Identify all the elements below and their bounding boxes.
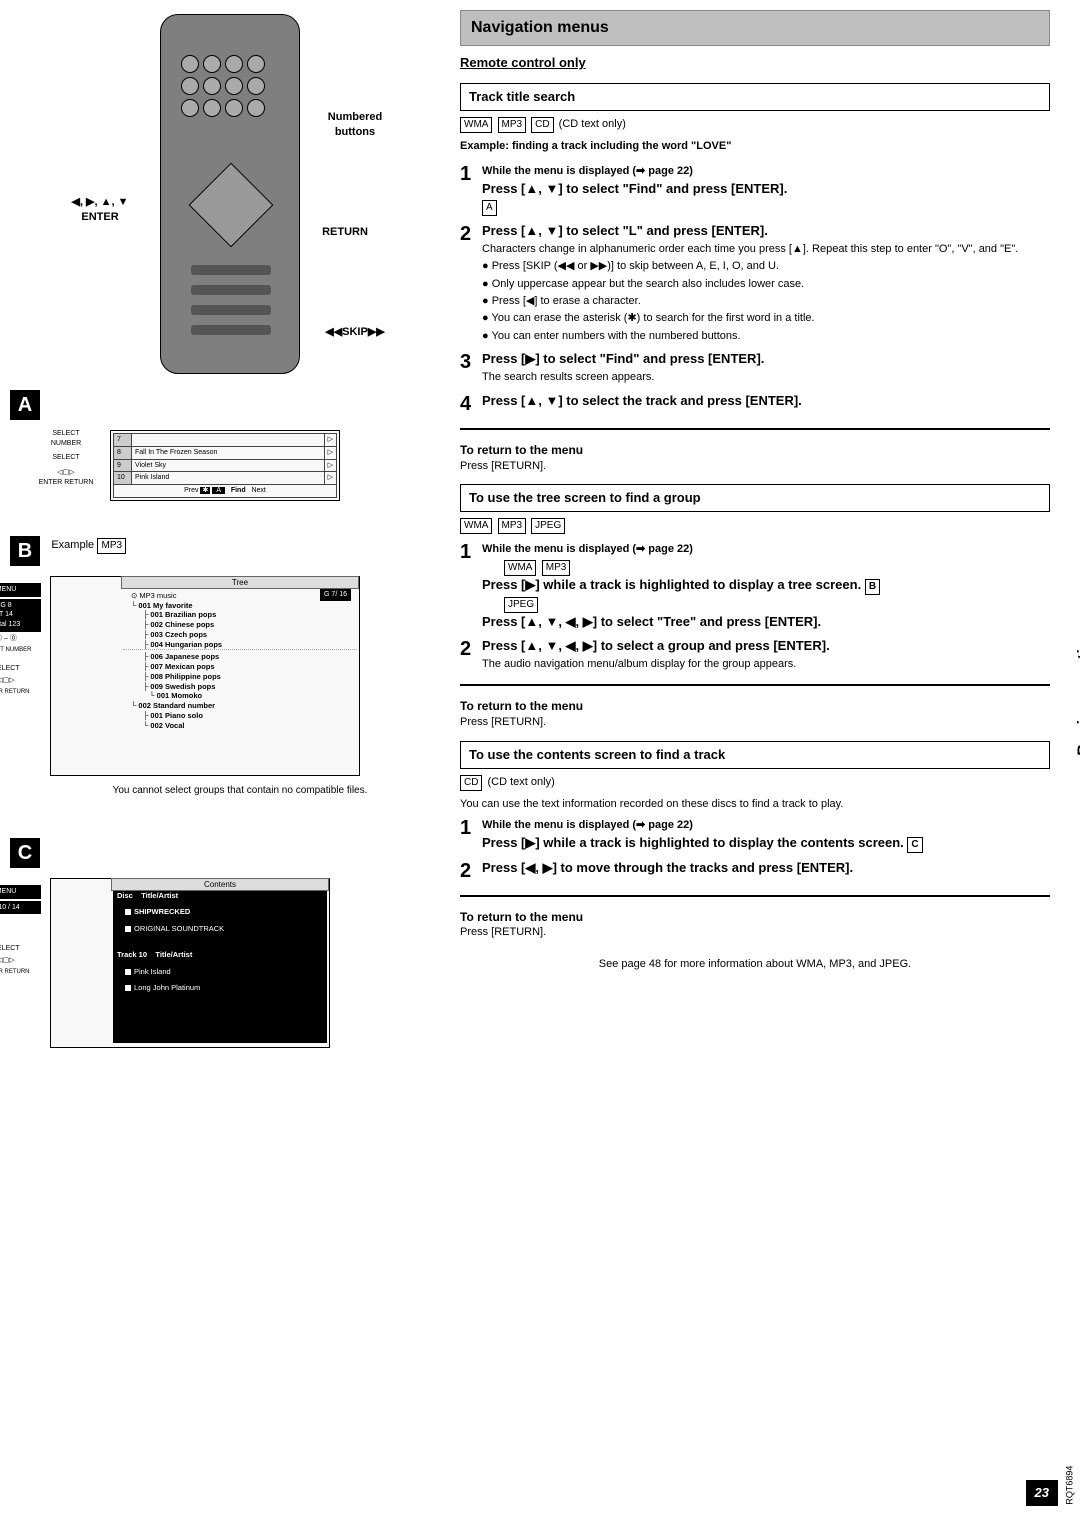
section-letter-c: C bbox=[10, 838, 40, 868]
doc-code: RQT6894 bbox=[1063, 1466, 1076, 1505]
s3-return-h: To return to the menu bbox=[460, 909, 1050, 926]
tree-screen-header: To use the tree screen to find a group bbox=[460, 484, 1050, 512]
s2-return-h: To return to the menu bbox=[460, 698, 1050, 715]
section-letter-b: B bbox=[10, 536, 40, 566]
s1-step3: Press [▶] to select "Find" and press [EN… bbox=[482, 350, 1050, 368]
label-numbered-buttons: Numbered buttons bbox=[310, 110, 400, 141]
nav-menus-title: Navigation menus bbox=[460, 10, 1050, 46]
s2-step1b: Press [▲, ▼, ◀, ▶] to select "Tree" and … bbox=[482, 613, 1050, 631]
s3-step1: Press [▶] while a track is highlighted t… bbox=[482, 834, 1050, 853]
left-column: Numbered buttons ◀, ▶, ▲, ▼ ENTER RETURN… bbox=[10, 10, 450, 1516]
s1-step2: Press [▲, ▼] to select "L" and press [EN… bbox=[482, 222, 1050, 240]
right-column: Navigation menus Remote control only Tra… bbox=[450, 10, 1050, 1516]
s1-tags: WMA MP3 CD (CD text only) bbox=[460, 117, 1050, 133]
label-arrows-enter: ◀, ▶, ▲, ▼ ENTER bbox=[50, 195, 150, 226]
remote-diagram: Numbered buttons ◀, ▶, ▲, ▼ ENTER RETURN… bbox=[10, 10, 430, 380]
s2-return-t: Press [RETURN]. bbox=[460, 715, 1050, 730]
screen-a: SELECT NUMBER SELECT ◁▢▷ ENTER RETURN 7▷… bbox=[110, 430, 340, 501]
s1-example: Example: finding a track including the w… bbox=[460, 139, 1050, 154]
page-number: 23 bbox=[1026, 1480, 1058, 1506]
s2-tags: WMA MP3 JPEG bbox=[460, 518, 1050, 534]
screen-b: MENU G 8T 14Total 123 ⓵ – ⓪ SELECT NUMBE… bbox=[50, 576, 360, 776]
s1-return-h: To return to the menu bbox=[460, 442, 1050, 459]
screen-c: MENU T 10 / 14 SELECT ◁▢▷ ENTER RETURN C… bbox=[50, 878, 330, 1048]
s3-tags: CD (CD text only) bbox=[460, 775, 1050, 791]
remote-only: Remote control only bbox=[460, 54, 1050, 72]
mp3-tag: MP3 bbox=[97, 538, 126, 554]
example-label: Example bbox=[51, 539, 94, 551]
label-skip: ◀◀SKIP▶▶ bbox=[310, 325, 400, 340]
contents-screen-header: To use the contents screen to find a tra… bbox=[460, 741, 1050, 769]
s3-return-t: Press [RETURN]. bbox=[460, 925, 1050, 940]
screen-b-note: You cannot select groups that contain no… bbox=[50, 784, 430, 798]
label-return: RETURN bbox=[310, 225, 380, 240]
track-title-search-header: Track title search bbox=[460, 83, 1050, 111]
section-tab: Basic operations bbox=[1072, 620, 1080, 757]
s1-return-t: Press [RETURN]. bbox=[460, 459, 1050, 474]
s1-step4: Press [▲, ▼] to select the track and pre… bbox=[482, 392, 1050, 410]
s2-step1a: Press [▶] while a track is highlighted t… bbox=[482, 576, 1050, 595]
footnote: See page 48 for more information about W… bbox=[460, 957, 1050, 972]
s2-step2: Press [▲, ▼, ◀, ▶] to select a group and… bbox=[482, 637, 1050, 655]
s3-step2: Press [◀, ▶] to move through the tracks … bbox=[482, 859, 1050, 877]
ref-a: A bbox=[482, 200, 497, 216]
s3-intro: You can use the text information recorde… bbox=[460, 797, 1050, 812]
section-letter-a: A bbox=[10, 390, 40, 420]
s1-step1: Press [▲, ▼] to select "Find" and press … bbox=[482, 180, 1050, 198]
